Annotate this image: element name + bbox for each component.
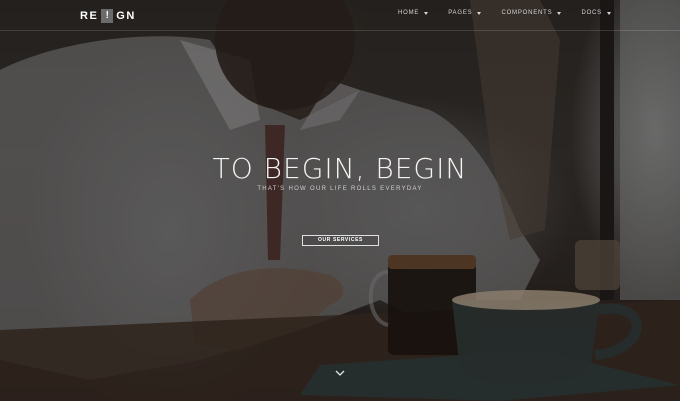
menu-item-components[interactable]: COMPONENTS [501, 10, 562, 16]
chevron-down-icon [607, 11, 611, 15]
hero-section: RE ! GN HOME PAGES COMPONENTS DOCS TO BE [0, 0, 680, 401]
brand-logo[interactable]: RE ! GN [80, 9, 136, 23]
menu-item-pages[interactable]: PAGES [448, 10, 482, 16]
logo-mark: ! [101, 9, 114, 23]
chevron-down-icon[interactable] [335, 369, 345, 377]
hero-title: TO BEGIN, BEGIN [212, 152, 468, 185]
logo-text-right: GN [116, 10, 136, 22]
hero-subtitle: THAT'S HOW OUR LIFE ROLLS EVERYDAY [257, 186, 423, 192]
logo-text-left: RE [80, 10, 99, 22]
menu-item-home[interactable]: HOME [398, 10, 429, 16]
menu-item-label: HOME [398, 10, 420, 16]
menu-item-label: DOCS [581, 10, 602, 16]
menu-item-label: PAGES [448, 10, 473, 16]
our-services-button[interactable]: OUR SERVICES [302, 235, 379, 246]
chevron-down-icon [557, 11, 562, 15]
top-navigation: RE ! GN HOME PAGES COMPONENTS DOCS [0, 0, 680, 31]
main-menu: HOME PAGES COMPONENTS DOCS [398, 10, 631, 16]
dark-overlay [0, 0, 680, 401]
menu-item-label: COMPONENTS [501, 10, 553, 16]
menu-item-docs[interactable]: DOCS [581, 10, 611, 16]
chevron-down-icon [477, 11, 482, 15]
chevron-down-icon [424, 11, 429, 15]
